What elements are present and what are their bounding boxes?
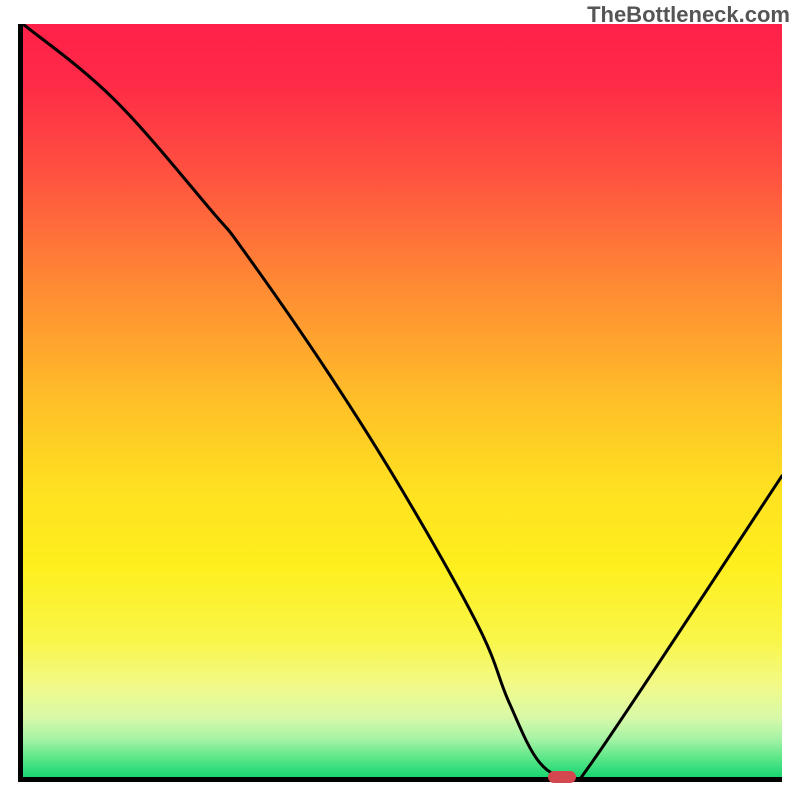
- plot-area: [18, 24, 782, 782]
- watermark-text: TheBottleneck.com: [587, 2, 790, 28]
- chart-container: TheBottleneck.com: [0, 0, 800, 800]
- bottleneck-curve: [23, 24, 782, 777]
- optimum-marker: [548, 771, 576, 783]
